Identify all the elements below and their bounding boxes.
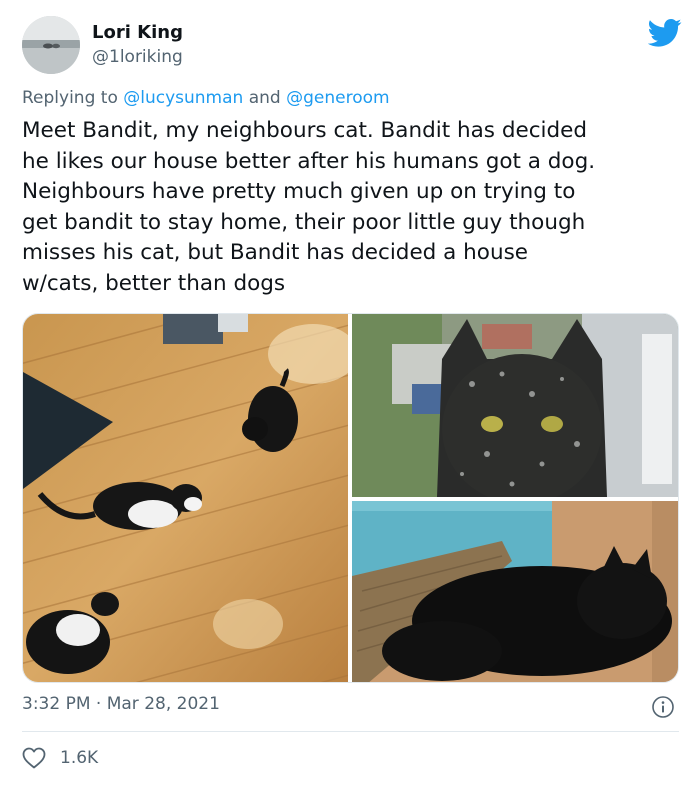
avatar-lake-photo: [22, 16, 80, 74]
photo-2[interactable]: [352, 314, 678, 497]
like-count: 1.6K: [60, 748, 99, 768]
mention-link-1[interactable]: @lucysunman: [123, 88, 243, 108]
reply-joiner: and: [248, 88, 281, 108]
reply-prefix: Replying to: [22, 88, 118, 108]
media-grid: [22, 313, 679, 683]
divider: [22, 731, 679, 732]
black-cat-at-window-photo: [352, 314, 678, 497]
photo-1[interactable]: [23, 314, 348, 682]
twitter-bird-icon[interactable]: [648, 18, 682, 48]
timestamp-separator: ·: [95, 694, 102, 714]
tweet-text-line: Meet Bandit, my neighbours cat. Bandit h…: [22, 118, 588, 143]
tweet-text-line: Neighbours have pretty much given up on …: [22, 179, 576, 205]
tweet-header: Lori King @1loriking: [22, 16, 682, 74]
three-cats-on-floor-photo: [23, 314, 348, 682]
tweet-text-line: he likes our house better after his huma…: [22, 148, 596, 174]
like-button[interactable]: 1.6K: [22, 745, 98, 771]
tweet-text-line: get bandit to stay home, their poor litt…: [22, 209, 586, 235]
avatar[interactable]: [22, 16, 80, 74]
tweet-text: Meet Bandit, my neighbours cat. Bandit h…: [22, 116, 682, 300]
reply-context: Replying to @lucysunman and @generoom: [22, 88, 390, 108]
author-handle[interactable]: @1loriking: [92, 47, 183, 67]
tweet-date: Mar 28, 2021: [106, 694, 220, 714]
black-cat-on-scratcher-photo: [352, 501, 678, 682]
author-name[interactable]: Lori King: [92, 22, 183, 43]
info-icon[interactable]: [651, 695, 675, 719]
tweet-text-line: w/cats, better than dogs: [22, 270, 286, 296]
mention-link-2[interactable]: @generoom: [286, 88, 389, 108]
tweet-timestamp[interactable]: 3:32 PM · Mar 28, 2021: [22, 694, 220, 714]
tweet-text-line: misses his cat, but Bandit has decided a…: [22, 240, 528, 266]
photo-3[interactable]: [352, 501, 678, 682]
heart-icon: [22, 747, 46, 769]
tweet-time: 3:32 PM: [22, 694, 91, 714]
